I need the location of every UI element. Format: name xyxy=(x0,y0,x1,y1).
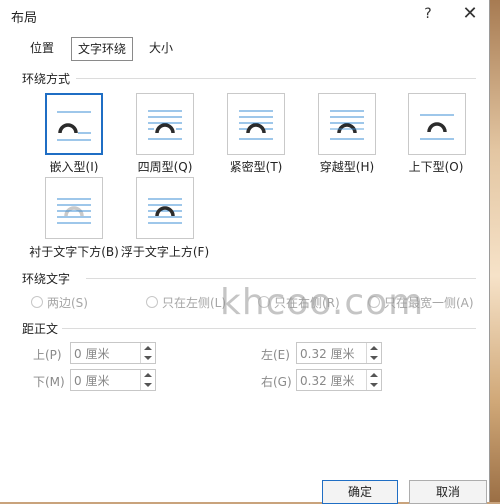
section-divider xyxy=(86,278,476,279)
section-divider xyxy=(62,328,476,329)
watermark-text: khcoo.com xyxy=(220,282,425,323)
wrap-option-in-front-of-text[interactable] xyxy=(136,177,194,239)
inline-wrap-icon xyxy=(57,111,91,141)
distance-bottom-spinner[interactable]: 0 厘米 xyxy=(70,369,156,391)
spin-down-icon[interactable] xyxy=(370,356,378,360)
spin-up-icon[interactable] xyxy=(370,346,378,350)
distance-top-spinner[interactable]: 0 厘米 xyxy=(70,342,156,364)
distance-right-label: 右(G) xyxy=(261,375,292,389)
distance-left-value: 0.32 厘米 xyxy=(300,347,355,361)
spinner-arrows[interactable] xyxy=(140,343,155,363)
cancel-button[interactable]: 取消 xyxy=(409,480,487,504)
tight-wrap-icon xyxy=(239,110,273,140)
wrap-style-heading: 环绕方式 xyxy=(22,72,71,86)
spin-down-icon[interactable] xyxy=(144,356,152,360)
radio-left-only[interactable]: 只在左侧(L) xyxy=(146,294,226,311)
wrap-option-behind-text[interactable] xyxy=(45,177,103,239)
distance-right-spinner[interactable]: 0.32 厘米 xyxy=(296,369,382,391)
wrap-option-through-label: 穿越型(H) xyxy=(319,160,375,174)
ok-button[interactable]: 确定 xyxy=(322,480,398,504)
spin-up-icon[interactable] xyxy=(144,346,152,350)
distance-bottom-label: 下(M) xyxy=(33,375,65,389)
wrap-option-through[interactable] xyxy=(318,93,376,155)
distance-top-value: 0 厘米 xyxy=(74,347,110,361)
spinner-arrows[interactable] xyxy=(366,370,381,390)
wrap-option-tight-label: 紧密型(T) xyxy=(229,160,283,174)
wrap-option-in-front-of-text-label: 浮于文字上方(F) xyxy=(120,245,210,259)
radio-circle xyxy=(31,296,43,308)
wrap-option-behind-text-label: 衬于文字下方(B) xyxy=(29,245,119,259)
wrap-option-top-bottom[interactable] xyxy=(408,93,466,155)
layout-dialog: 布局 ? ✕ 位置 文字环绕 大小 环绕方式 嵌入型(I) 四周型(Q) 紧密型… xyxy=(0,0,490,504)
through-wrap-icon xyxy=(330,110,364,140)
wrap-option-inline-label: 嵌入型(I) xyxy=(49,160,99,174)
distance-heading: 距正文 xyxy=(22,322,59,336)
in-front-text-icon xyxy=(148,198,182,224)
distance-right-value: 0.32 厘米 xyxy=(300,374,355,388)
section-divider xyxy=(76,78,476,79)
wrap-text-heading: 环绕文字 xyxy=(22,272,71,286)
wrap-option-top-bottom-label: 上下型(O) xyxy=(408,160,464,174)
top-bottom-wrap-icon xyxy=(420,114,454,140)
spin-down-icon[interactable] xyxy=(144,383,152,387)
help-button[interactable]: ? xyxy=(418,4,438,24)
tab-text-wrapping[interactable]: 文字环绕 xyxy=(71,37,134,61)
distance-top-label: 上(P) xyxy=(33,348,62,362)
tab-size[interactable]: 大小 xyxy=(143,37,179,59)
wrap-option-square-label: 四周型(Q) xyxy=(137,160,193,174)
spinner-arrows[interactable] xyxy=(366,343,381,363)
wrap-option-inline[interactable] xyxy=(45,93,103,155)
radio-circle xyxy=(146,296,158,308)
radio-both-sides[interactable]: 两边(S) xyxy=(31,294,88,311)
distance-left-spinner[interactable]: 0.32 厘米 xyxy=(296,342,382,364)
wrap-option-tight[interactable] xyxy=(227,93,285,155)
radio-both-sides-label: 两边(S) xyxy=(47,296,88,310)
distance-bottom-value: 0 厘米 xyxy=(74,374,110,388)
square-wrap-icon xyxy=(148,110,182,140)
tab-position[interactable]: 位置 xyxy=(24,37,60,59)
spin-up-icon[interactable] xyxy=(144,373,152,377)
dialog-title: 布局 xyxy=(11,11,38,26)
behind-text-icon xyxy=(57,198,91,224)
distance-left-label: 左(E) xyxy=(261,348,290,362)
spin-down-icon[interactable] xyxy=(370,383,378,387)
spinner-arrows[interactable] xyxy=(140,370,155,390)
spin-up-icon[interactable] xyxy=(370,373,378,377)
close-button[interactable]: ✕ xyxy=(458,3,482,25)
wrap-option-square[interactable] xyxy=(136,93,194,155)
radio-left-only-label: 只在左侧(L) xyxy=(162,296,227,310)
